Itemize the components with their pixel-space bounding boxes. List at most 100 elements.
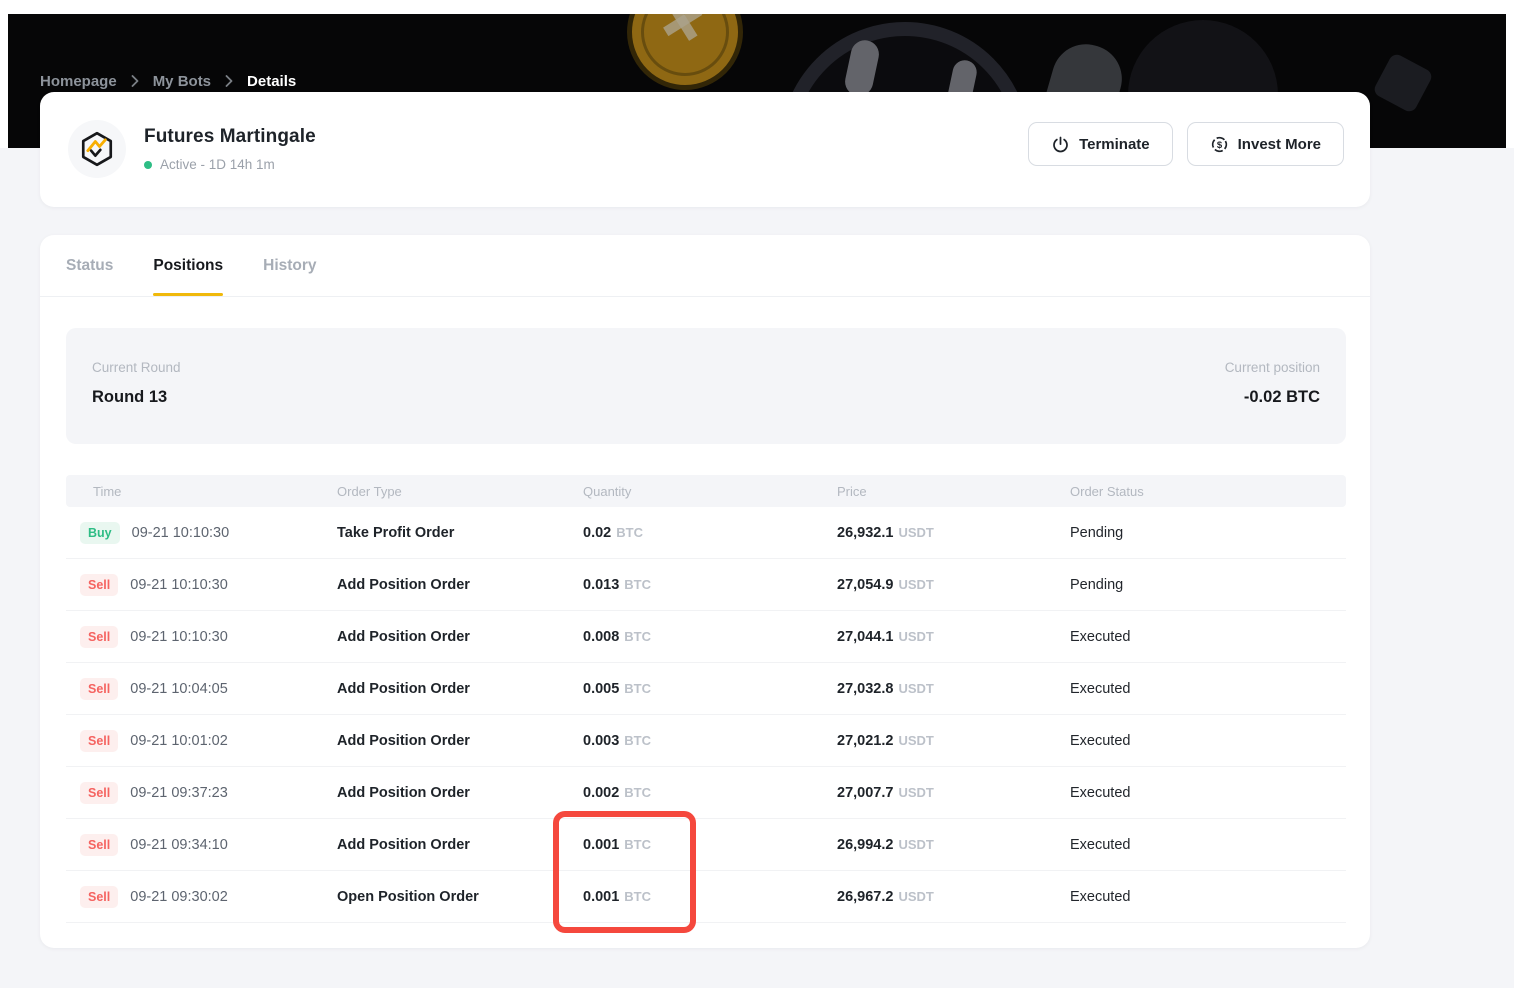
order-status: Executed	[1070, 628, 1131, 645]
order-status: Executed	[1070, 732, 1131, 749]
table-row: Sell 09-21 10:04:05 Add Position Order 0.…	[66, 663, 1346, 715]
side-badge: Buy	[80, 521, 120, 544]
invest-more-button[interactable]: $ Invest More	[1186, 122, 1344, 166]
details-card: Status Positions History Current Round R…	[40, 235, 1370, 948]
quantity-unit: BTC	[624, 836, 652, 852]
order-type: Add Position Order	[337, 784, 470, 801]
current-round-label: Current Round	[92, 360, 181, 375]
order-type: Open Position Order	[337, 888, 479, 905]
order-price: 27,054.9	[837, 576, 894, 593]
breadcrumb-my-bots[interactable]: My Bots	[153, 73, 211, 90]
price-unit: USDT	[898, 836, 934, 852]
order-price: 27,021.2	[837, 732, 894, 749]
order-price: 26,932.1	[837, 524, 894, 541]
order-status: Pending	[1070, 524, 1124, 541]
side-badge: Sell	[80, 573, 119, 596]
order-price: 27,044.1	[837, 628, 894, 645]
quantity-unit: BTC	[624, 628, 652, 644]
column-header-price: Price	[837, 483, 867, 499]
svg-text:$: $	[1216, 139, 1222, 150]
bot-header-card: Futures Martingale Active - 1D 14h 1m Te…	[40, 92, 1370, 207]
table-row: Sell 09-21 10:10:30 Add Position Order 0.…	[66, 559, 1346, 611]
order-time: 09-21 10:10:30	[130, 576, 228, 593]
order-time: 09-21 09:30:02	[130, 888, 228, 905]
tab-status[interactable]: Status	[66, 235, 113, 296]
bot-title: Futures Martingale	[144, 126, 316, 147]
chevron-right-icon	[131, 75, 139, 87]
order-time: 09-21 10:10:30	[131, 524, 230, 541]
quantity-unit: BTC	[624, 732, 652, 748]
quantity-unit: BTC	[624, 784, 652, 800]
order-time: 09-21 09:34:10	[130, 836, 228, 853]
order-price: 27,007.7	[837, 784, 894, 801]
current-round-value: Round 13	[92, 388, 168, 406]
breadcrumb-details: Details	[247, 72, 297, 90]
round-summary-panel: Current Round Round 13 Current position …	[66, 328, 1346, 444]
table-row: Sell 09-21 09:37:23 Add Position Order 0.…	[66, 767, 1346, 819]
breadcrumb-homepage[interactable]: Homepage	[40, 73, 117, 90]
order-type: Add Position Order	[337, 836, 470, 853]
order-type: Add Position Order	[337, 628, 470, 645]
order-status: Executed	[1070, 784, 1131, 801]
current-position-value: -0.02 BTC	[1243, 388, 1320, 406]
order-status: Executed	[1070, 836, 1131, 853]
order-time: 09-21 09:37:23	[130, 784, 228, 801]
current-position-label: Current position	[1224, 360, 1320, 375]
orders-table: Time Order Type Quantity Price Order Sta…	[66, 475, 1346, 923]
order-quantity: 0.005	[583, 680, 620, 697]
terminate-button-label: Terminate	[1079, 135, 1150, 153]
order-type: Add Position Order	[337, 576, 470, 593]
bot-identity: Futures Martingale Active - 1D 14h 1m	[68, 120, 316, 178]
order-status: Pending	[1070, 576, 1124, 593]
order-quantity: 0.02	[583, 524, 612, 541]
order-type: Take Profit Order	[337, 524, 455, 541]
price-unit: USDT	[898, 576, 934, 592]
bot-logo-icon	[68, 120, 126, 178]
order-quantity: 0.008	[583, 628, 620, 645]
current-position-block: Current position -0.02 BTC	[1225, 360, 1320, 407]
order-quantity: 0.013	[583, 576, 620, 593]
bot-status-text: Active - 1D 14h 1m	[160, 157, 275, 172]
page: Homepage My Bots Details Futures Marting…	[0, 0, 1514, 988]
order-price: 26,967.2	[837, 888, 894, 905]
column-header-order-status: Order Status	[1070, 483, 1144, 499]
quantity-unit: BTC	[624, 680, 652, 696]
table-row: Buy 09-21 10:10:30 Take Profit Order 0.02…	[66, 507, 1346, 559]
side-badge: Sell	[80, 625, 119, 648]
table-header-row: Time Order Type Quantity Price Order Sta…	[66, 475, 1346, 507]
tab-history[interactable]: History	[263, 235, 316, 296]
side-badge: Sell	[80, 677, 119, 700]
order-time: 09-21 10:01:02	[130, 732, 228, 749]
order-time: 09-21 10:10:30	[130, 628, 228, 645]
price-unit: USDT	[898, 732, 934, 748]
order-quantity: 0.003	[583, 732, 620, 749]
quantity-unit: BTC	[616, 524, 643, 540]
power-icon	[1051, 135, 1070, 154]
tab-positions[interactable]: Positions	[153, 235, 223, 296]
order-time: 09-21 10:04:05	[130, 680, 228, 697]
order-status: Executed	[1070, 680, 1131, 697]
order-price: 26,994.2	[837, 836, 894, 853]
column-header-quantity: Quantity	[583, 483, 632, 499]
table-row: Sell 09-21 10:10:30 Add Position Order 0.…	[66, 611, 1346, 663]
banner-arrow-shape	[1371, 51, 1435, 115]
side-badge: Sell	[80, 781, 119, 804]
terminate-button[interactable]: Terminate	[1028, 122, 1173, 166]
table-row: Sell 09-21 09:34:10 Add Position Order 0.…	[66, 819, 1346, 871]
order-price: 27,032.8	[837, 680, 894, 697]
side-badge: Sell	[80, 729, 119, 752]
order-quantity: 0.001	[583, 836, 620, 853]
price-unit: USDT	[898, 628, 934, 644]
tab-bar: Status Positions History	[40, 235, 1370, 297]
side-badge: Sell	[80, 885, 119, 908]
dollar-refresh-icon: $	[1210, 135, 1229, 154]
quantity-unit: BTC	[624, 888, 652, 904]
price-unit: USDT	[898, 784, 934, 800]
side-badge: Sell	[80, 833, 119, 856]
coin-illustration	[616, 14, 754, 101]
quantity-unit: BTC	[624, 576, 652, 592]
header-actions: Terminate $ Invest More	[1028, 122, 1344, 166]
chevron-right-icon	[225, 75, 233, 87]
column-header-time: Time	[93, 483, 122, 499]
order-status: Executed	[1070, 888, 1131, 905]
